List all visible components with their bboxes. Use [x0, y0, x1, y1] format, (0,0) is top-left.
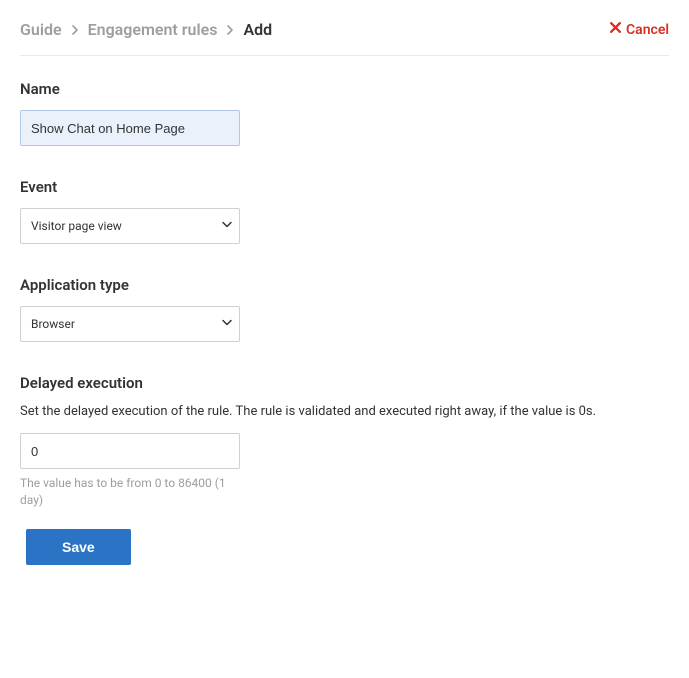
section-delayed-execution: Delayed execution Set the delayed execut…	[20, 374, 669, 509]
breadcrumb-guide[interactable]: Guide	[20, 20, 62, 39]
delayed-execution-input[interactable]	[20, 433, 240, 469]
section-application-type: Application type Browser	[20, 276, 669, 342]
breadcrumb: Guide Engagement rules Add	[20, 20, 272, 39]
application-type-label: Application type	[20, 276, 669, 294]
delayed-execution-label: Delayed execution	[20, 374, 669, 392]
chevron-right-icon	[70, 25, 80, 35]
breadcrumb-engagement-rules[interactable]: Engagement rules	[88, 20, 218, 39]
section-name: Name	[20, 80, 669, 146]
section-event: Event Visitor page view	[20, 178, 669, 244]
cancel-button[interactable]: Cancel	[609, 21, 669, 38]
name-label: Name	[20, 80, 669, 98]
delayed-execution-help-text: The value has to be from 0 to 86400 (1 d…	[20, 475, 240, 509]
name-input[interactable]	[20, 110, 240, 146]
cancel-label: Cancel	[626, 22, 669, 38]
close-icon	[609, 21, 626, 38]
chevron-right-icon	[225, 25, 235, 35]
header-row: Guide Engagement rules Add Cancel	[20, 20, 669, 56]
event-label: Event	[20, 178, 669, 196]
delayed-execution-description: Set the delayed execution of the rule. T…	[20, 404, 669, 419]
event-select[interactable]: Visitor page view	[20, 208, 240, 244]
application-type-select[interactable]: Browser	[20, 306, 240, 342]
save-button[interactable]: Save	[26, 529, 131, 565]
breadcrumb-current: Add	[243, 20, 272, 39]
